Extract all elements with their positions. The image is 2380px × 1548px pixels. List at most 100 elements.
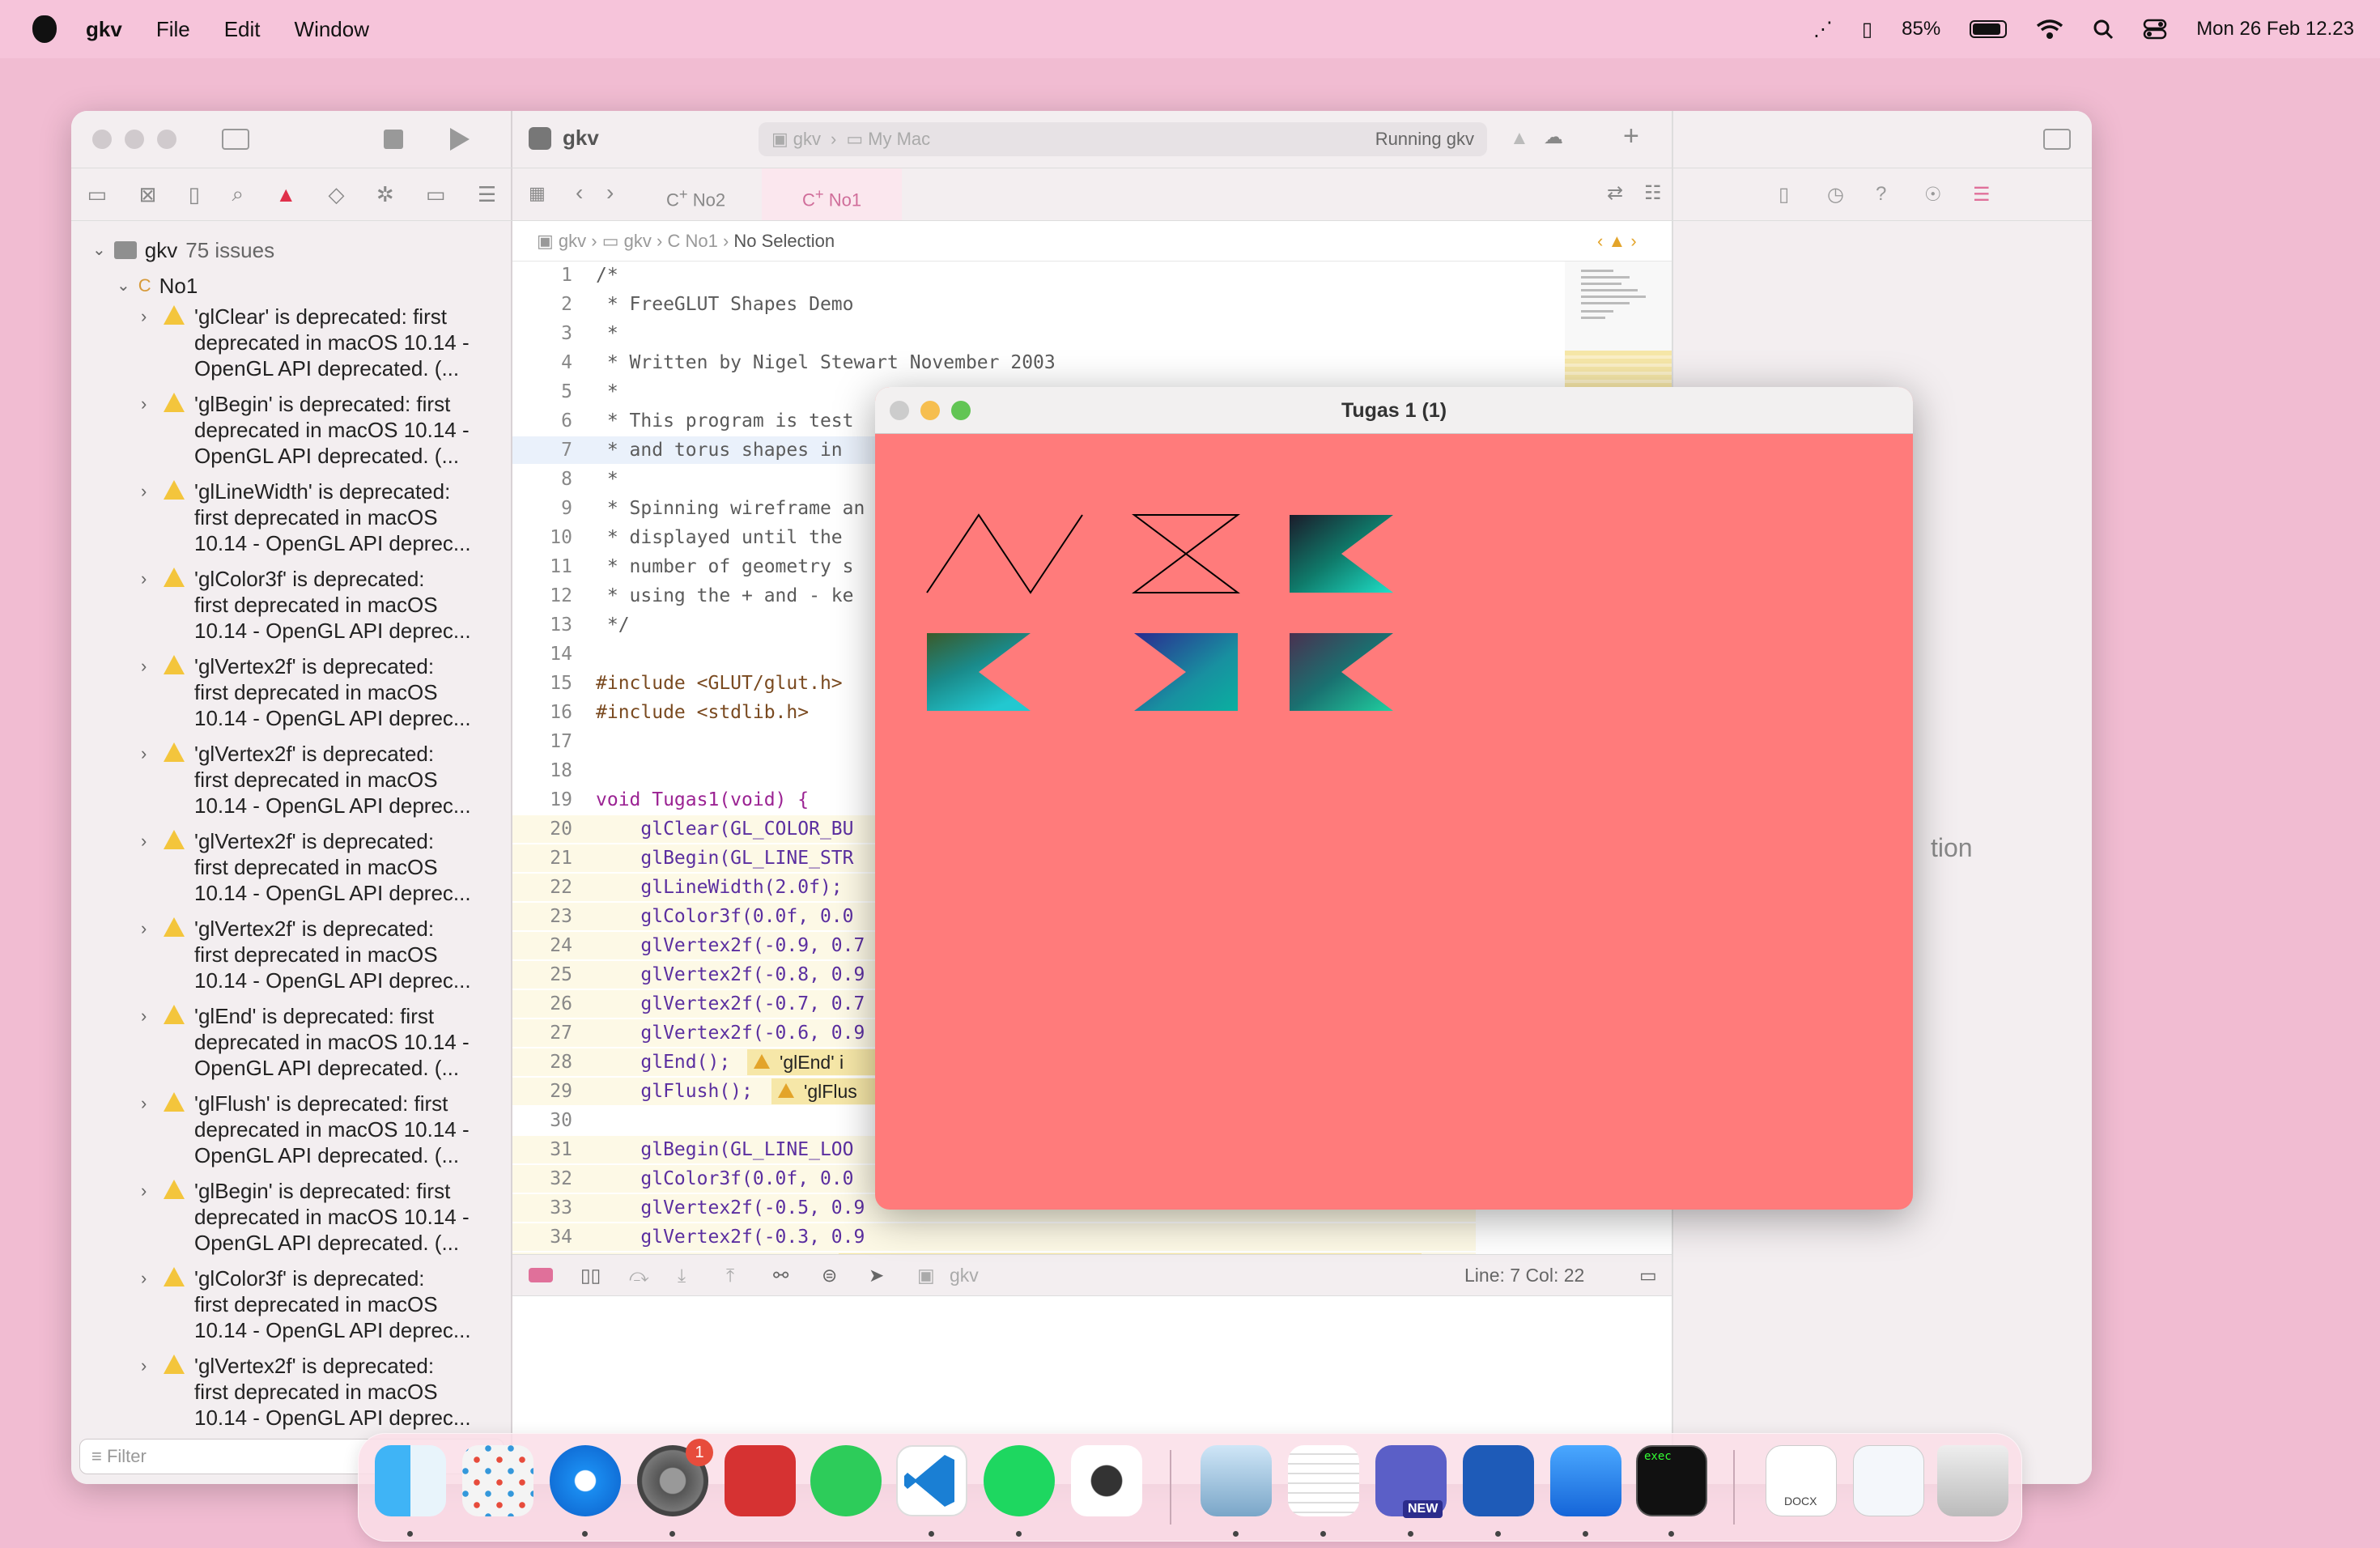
stop-icon[interactable] [384, 130, 403, 149]
vscode-icon[interactable] [896, 1445, 967, 1516]
issue-item[interactable]: › 'glVertex2f' is deprecated: first deprec… [71, 828, 512, 916]
back-icon[interactable]: ‹ [576, 180, 583, 206]
swap-icon[interactable]: ⇄ [1607, 181, 1623, 205]
wifi-icon[interactable] [2036, 19, 2063, 40]
add-icon[interactable]: + [1623, 121, 1639, 152]
whatsapp-icon[interactable] [810, 1445, 882, 1516]
issue-nav-icon[interactable]: ‹ ▲ › [1597, 221, 1637, 262]
chevron-right-icon[interactable]: › [141, 478, 147, 504]
code-line[interactable]: 2 * FreeGLUT Shapes Demo [512, 291, 1476, 318]
zoom-window-button[interactable] [951, 401, 971, 420]
close-window-button[interactable] [92, 130, 112, 149]
scheme-name[interactable]: gkv [793, 129, 821, 150]
issue-item[interactable]: › 'glColor3f' is deprecated: first depreca… [71, 1265, 512, 1353]
chevron-down-icon[interactable]: ⌄ [117, 273, 130, 299]
menu-window[interactable]: Window [295, 17, 369, 42]
destination-name[interactable]: My Mac [868, 129, 930, 150]
apple-icon[interactable] [32, 15, 57, 43]
find-icon[interactable]: ⌕ [232, 181, 244, 207]
spotify-icon[interactable] [984, 1445, 1055, 1516]
issue-item[interactable]: › 'glClear' is deprecated: first deprecate… [71, 304, 512, 391]
sidebar-toggle-icon[interactable] [222, 129, 249, 150]
grid-icon[interactable]: ▦ [529, 183, 546, 204]
test-icon[interactable]: ◇ [328, 182, 344, 207]
issue-item[interactable]: › 'glBegin' is deprecated: first deprecate… [71, 1178, 512, 1265]
code-line[interactable]: 4 * Written by Nigel Stewart November 20… [512, 349, 1476, 376]
launchpad-icon[interactable] [462, 1445, 533, 1516]
inline-warning[interactable]: 'glFlus [771, 1078, 877, 1104]
debug-view-icon[interactable]: ⚯ [773, 1265, 788, 1286]
step-over-icon[interactable]: ⤼ [629, 1265, 649, 1286]
code-line[interactable]: 1 /* [512, 262, 1476, 289]
debug-icon[interactable]: ✲ [376, 182, 394, 207]
accessibility-icon[interactable]: ☉ [1924, 183, 1942, 206]
search-icon[interactable] [2093, 19, 2114, 40]
issue-item[interactable]: › 'glLineWidth' is deprecated: first depre… [71, 478, 512, 566]
file-inspector-icon[interactable]: ▯ [1779, 183, 1789, 206]
opengl-window[interactable]: Tugas 1 (1) [875, 387, 1913, 1210]
word-icon[interactable] [1463, 1445, 1534, 1516]
breadcrumb-folder[interactable]: gkv [624, 231, 652, 251]
attributes-icon[interactable]: ☰ [1973, 183, 1991, 206]
warning-icon[interactable]: ▲ [1510, 127, 1529, 150]
university-icon[interactable] [1071, 1445, 1142, 1516]
help-icon[interactable]: ? [1876, 183, 1886, 206]
pause-icon[interactable]: ▯▯ [580, 1265, 601, 1286]
chevron-right-icon[interactable]: › [141, 741, 147, 767]
issue-item[interactable]: › 'glVertex2f' is deprecated: first deprec… [71, 741, 512, 828]
issue-navigator-icon[interactable]: ▲ [275, 182, 296, 207]
minimize-window-button[interactable] [125, 130, 144, 149]
chevron-right-icon[interactable]: › [141, 1091, 147, 1116]
photo-booth-icon[interactable] [725, 1445, 796, 1516]
inspector-toggle-icon[interactable] [2043, 129, 2071, 150]
chevron-down-icon[interactable]: ⌄ [92, 237, 106, 263]
step-into-icon[interactable]: ⤓ [678, 1265, 686, 1286]
source-control-icon[interactable]: ⊠ [139, 182, 157, 207]
finder-icon[interactable] [375, 1445, 446, 1516]
menu-app-name[interactable]: gkv [86, 17, 122, 42]
issue-item[interactable]: › 'glVertex2f' is deprecated: first deprec… [71, 1353, 512, 1440]
chevron-right-icon[interactable]: › [141, 1265, 147, 1291]
issue-item[interactable]: › 'glVertex2f' is deprecated: first deprec… [71, 653, 512, 741]
file-row[interactable]: ⌄ C No1 [71, 268, 512, 304]
issue-item[interactable]: › 'glBegin' is deprecated: first deprecate… [71, 391, 512, 478]
tab-no2[interactable]: C+ No2 [626, 168, 766, 220]
xcode-icon[interactable] [1550, 1445, 1621, 1516]
step-out-icon[interactable]: ⤒ [726, 1265, 734, 1286]
report-icon[interactable]: ☰ [478, 182, 496, 207]
preview-icon[interactable] [1201, 1445, 1272, 1516]
close-window-button[interactable] [890, 401, 909, 420]
battery-icon[interactable] [1970, 20, 2008, 38]
breadcrumb-selection[interactable]: No Selection [733, 231, 835, 251]
scheme-selector[interactable]: ▣ gkv › ▭ My Mac Running gkv [759, 122, 1487, 156]
menu-file[interactable]: File [156, 17, 190, 42]
chevron-right-icon[interactable]: › [141, 1353, 147, 1379]
safari-icon[interactable] [550, 1445, 621, 1516]
issue-item[interactable]: › 'glVertex2f' is deprecated: first deprec… [71, 916, 512, 1003]
code-line[interactable]: 34 glVertex2f(-0.3, 0.9 [512, 1223, 1476, 1251]
memory-icon[interactable]: ⊜ [822, 1265, 837, 1286]
folder-icon[interactable]: ▭ [87, 182, 108, 207]
clock[interactable]: Mon 26 Feb 12.23 [2196, 18, 2354, 40]
chevron-right-icon[interactable]: › [141, 304, 147, 330]
run-icon[interactable] [450, 128, 470, 151]
inline-warning[interactable]: 'glEnd' i [747, 1049, 877, 1075]
chevron-right-icon[interactable]: › [141, 1003, 147, 1029]
console-toggle-icon[interactable]: ▭ [1639, 1265, 1657, 1286]
history-icon[interactable]: ◷ [1827, 183, 1844, 206]
chevron-right-icon[interactable]: › [141, 653, 147, 679]
gl-title-bar[interactable]: Tugas 1 (1) [875, 387, 1913, 434]
issue-item[interactable]: › 'glFlush' is deprecated: first deprecate… [71, 1091, 512, 1178]
editor-options-icon[interactable]: ☷ [1644, 181, 1662, 205]
breakpoint-toggle-icon[interactable] [529, 1268, 553, 1282]
chevron-right-icon[interactable]: › [141, 1178, 147, 1204]
menu-edit[interactable]: Edit [224, 17, 261, 42]
chevron-right-icon[interactable]: › [141, 916, 147, 942]
project-row[interactable]: ⌄ gkv 75 issues [71, 232, 512, 268]
activity-icon[interactable]: ⋰ [1813, 18, 1833, 41]
debug-target[interactable]: gkv [950, 1265, 979, 1286]
chevron-right-icon[interactable]: › [141, 391, 147, 417]
issue-item[interactable]: › 'glEnd' is deprecated: first deprecated … [71, 1003, 512, 1091]
cloud-icon[interactable]: ☁ [1544, 125, 1563, 149]
textedit-icon[interactable] [1288, 1445, 1359, 1516]
